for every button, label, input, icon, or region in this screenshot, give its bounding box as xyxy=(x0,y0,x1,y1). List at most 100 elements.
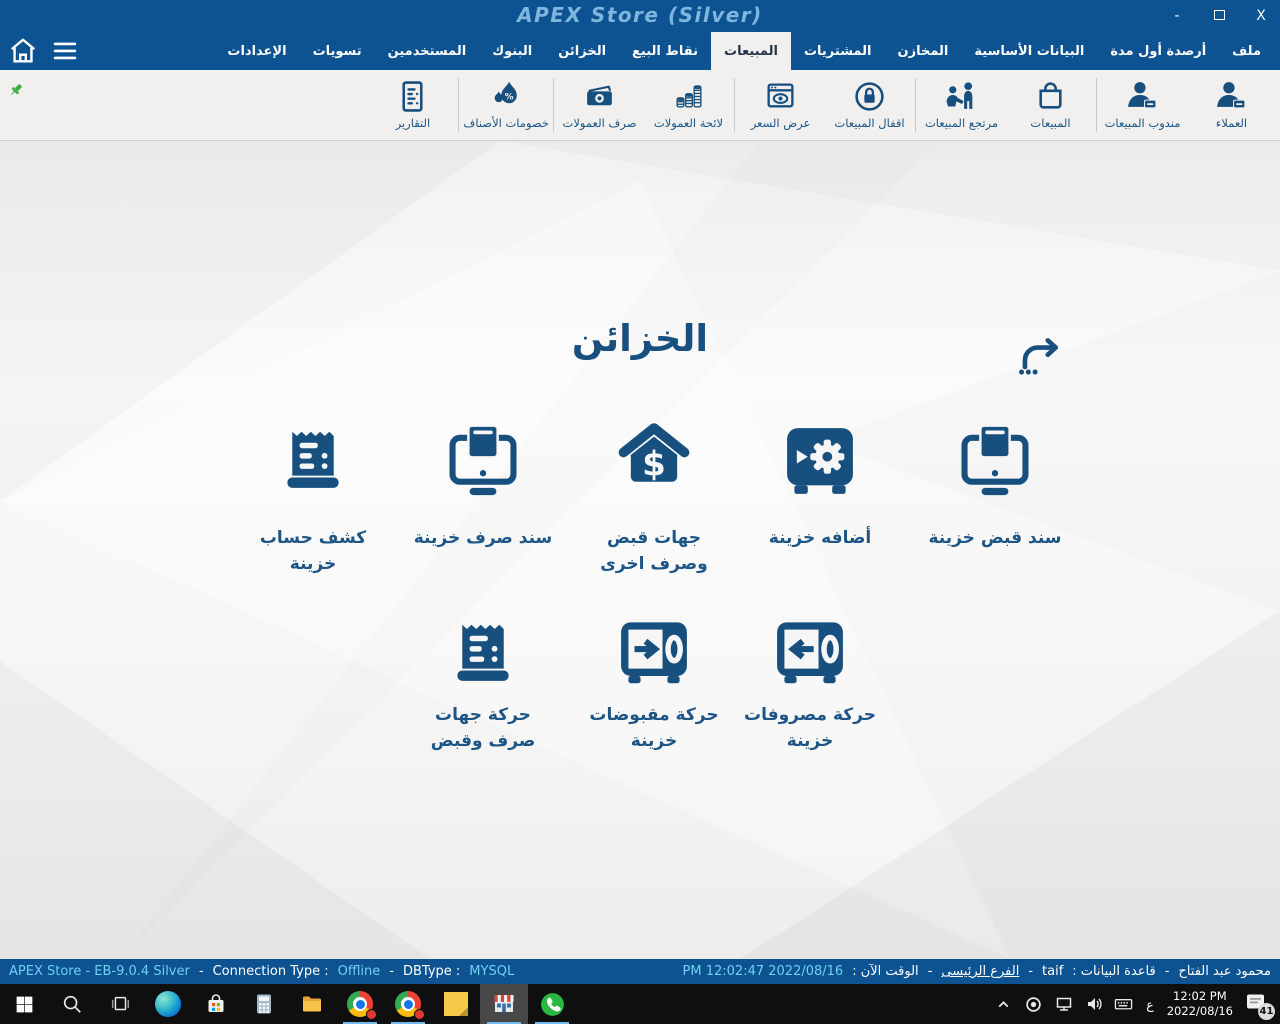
title-bar: APEX Store (Silver) - X xyxy=(0,0,1280,32)
menu-item-3[interactable]: المخازن xyxy=(885,32,962,70)
home-icon[interactable] xyxy=(8,36,38,66)
status-left-4: - xyxy=(389,964,394,979)
tile-parties-movement[interactable]: حركة جهات صرف وقبض xyxy=(398,615,568,754)
toolbar-button-label: خصومات الأصناف xyxy=(463,116,549,130)
menu-item-9[interactable]: المستخدمين xyxy=(375,32,480,70)
status-right-8: PM 12:02:47 2022/08/16 xyxy=(683,964,844,979)
treasury-statement-icon xyxy=(274,422,352,500)
toolbar-button-label: المبيعات xyxy=(1030,116,1070,130)
taskbar-clock[interactable]: 12:02 PM 2022/08/16 xyxy=(1167,989,1233,1019)
toolbar-separator xyxy=(734,78,735,132)
status-right-4: - xyxy=(1028,964,1033,979)
menu-item-8[interactable]: البنوك xyxy=(479,32,545,70)
whatsapp-icon xyxy=(539,991,566,1018)
main-content: الخزائن سند قبض خزينةأضافه خزينةجهات قبض… xyxy=(0,141,1280,959)
toolbar-button-sales-closing-lock[interactable]: اقفال المبيعات xyxy=(825,78,914,132)
taskbar-app-calculator[interactable] xyxy=(240,984,288,1024)
taskbar-app-whatsapp[interactable] xyxy=(528,984,576,1024)
taskbar-app-chrome[interactable] xyxy=(336,984,384,1024)
volume-icon[interactable] xyxy=(1084,995,1103,1014)
taskbar-app-search[interactable] xyxy=(48,984,96,1024)
close-button[interactable]: X xyxy=(1252,8,1270,24)
pin-icon[interactable] xyxy=(7,82,24,99)
status-right-5-link[interactable]: الفرع الرئيسى xyxy=(941,964,1019,979)
toolbar-button-price-quote[interactable]: عرض السعر xyxy=(736,78,825,132)
chrome-icon xyxy=(395,991,421,1017)
toolbar-button-sales-return[interactable]: مرتجع المبيعات xyxy=(917,78,1006,132)
toolbar-button-label: التقارير xyxy=(396,116,431,130)
edge-icon xyxy=(155,991,181,1017)
toolbar-button-commissions-payment[interactable]: صرف العمولات xyxy=(555,78,644,132)
network-icon[interactable] xyxy=(1054,995,1073,1014)
toolbar-separator xyxy=(1096,78,1097,132)
toolbar-button-sales-bag[interactable]: المبيعات xyxy=(1006,78,1095,132)
taskbar-app-apex-store[interactable] xyxy=(480,984,528,1024)
tile-treasury-expenses-movement[interactable]: حركة مصروفات خزينة xyxy=(725,615,895,754)
toolbar-button-sales-rep[interactable]: مندوب المبيعات xyxy=(1098,78,1187,132)
maximize-icon xyxy=(1214,10,1225,20)
minimize-button[interactable]: - xyxy=(1168,8,1186,24)
treasury-expenses-movement-icon xyxy=(771,615,849,693)
item-discounts-icon xyxy=(490,80,523,113)
status-left-5: DBType : xyxy=(403,964,460,979)
menu-item-5-active[interactable]: المبيعات xyxy=(711,32,791,70)
add-treasury-icon xyxy=(781,422,859,500)
keyboard-icon[interactable] xyxy=(1114,995,1133,1014)
sticky-notes-icon xyxy=(444,992,468,1016)
toolbar-separator xyxy=(915,78,916,132)
reports-icon xyxy=(396,80,429,113)
notification-count-badge: 41 xyxy=(1258,1003,1275,1020)
notification-center-button[interactable]: 41 xyxy=(1244,991,1270,1017)
taskbar-app-sticky-notes[interactable] xyxy=(432,984,480,1024)
maximize-button[interactable] xyxy=(1210,8,1228,24)
sales-bag-icon xyxy=(1034,80,1067,113)
menu-item-2[interactable]: البيانات الأساسية xyxy=(961,32,1097,70)
taskbar-app-chrome[interactable] xyxy=(384,984,432,1024)
task-view-icon xyxy=(109,993,131,1015)
taskbar-app-file-explorer[interactable] xyxy=(288,984,336,1024)
taskbar-app-edge[interactable] xyxy=(144,984,192,1024)
tile-treasury-receipt-voucher[interactable]: سند قبض خزينة xyxy=(910,422,1080,552)
sales-rep-icon xyxy=(1126,80,1159,113)
tile-add-treasury[interactable]: أضافه خزينة xyxy=(735,422,905,552)
window-title: APEX Store (Silver) xyxy=(0,3,1280,27)
toolbar-button-customers[interactable]: العملاء xyxy=(1187,78,1276,132)
apex-store-icon xyxy=(492,992,516,1016)
sales-closing-lock-icon xyxy=(853,80,886,113)
toolbar-button-label: مندوب المبيعات xyxy=(1105,116,1181,130)
hamburger-menu-icon[interactable] xyxy=(50,36,80,66)
toolbar-separator xyxy=(553,78,554,132)
language-indicator[interactable]: ع xyxy=(1144,997,1155,1012)
menu-item-10[interactable]: تسويات xyxy=(300,32,375,70)
tile-treasury-statement[interactable]: كشف حساب خزينة xyxy=(228,422,398,577)
toolbar-button-commissions-list[interactable]: لائحة العمولات xyxy=(644,78,733,132)
toolbar-button-label: عرض السعر xyxy=(751,116,811,130)
meet-now-icon[interactable] xyxy=(1024,995,1043,1014)
windows-taskbar: ع 12:02 PM 2022/08/16 41 xyxy=(0,984,1280,1024)
taskbar-time: 12:02 PM xyxy=(1167,989,1233,1004)
menu-item-11[interactable]: الإعدادات xyxy=(214,32,299,70)
toolbar-button-label: لائحة العمولات xyxy=(654,116,723,130)
tile-treasury-payment-voucher[interactable]: سند صرف خزينة xyxy=(398,422,568,552)
parties-movement-icon xyxy=(444,615,522,693)
menu-item-7[interactable]: الخزائن xyxy=(545,32,619,70)
taskbar-app-microsoft-store[interactable] xyxy=(192,984,240,1024)
tile-treasury-receipts-movement[interactable]: حركة مقبوضات خزينة xyxy=(569,615,739,754)
menu-item-6[interactable]: نقاط البيع xyxy=(619,32,711,70)
menu-item-1[interactable]: أرصدة أول مدة xyxy=(1097,32,1219,70)
sales-return-icon xyxy=(945,80,978,113)
toolbar-button-item-discounts[interactable]: خصومات الأصناف xyxy=(460,78,552,132)
menu-item-0[interactable]: ملف xyxy=(1219,32,1274,70)
taskbar-app-task-view[interactable] xyxy=(96,984,144,1024)
tile-label: حركة مقبوضات خزينة xyxy=(583,703,725,754)
taskbar-app-windows-start[interactable] xyxy=(0,984,48,1024)
treasury-payment-voucher-icon xyxy=(444,422,522,500)
tile-other-receipt-payment-parties[interactable]: جهات قبض وصرف اخرى xyxy=(569,422,739,577)
toolbar-button-reports[interactable]: التقارير xyxy=(368,78,457,132)
menu-item-4[interactable]: المشتريات xyxy=(791,32,885,70)
status-right-1: - xyxy=(1165,964,1170,979)
status-bar: APEX Store - EB-9.0.4 Silver-Connection … xyxy=(0,959,1280,984)
status-left-6: MYSQL xyxy=(469,964,514,979)
hidden-icons-chevron-icon[interactable] xyxy=(994,995,1013,1014)
microsoft-store-icon xyxy=(204,992,228,1016)
